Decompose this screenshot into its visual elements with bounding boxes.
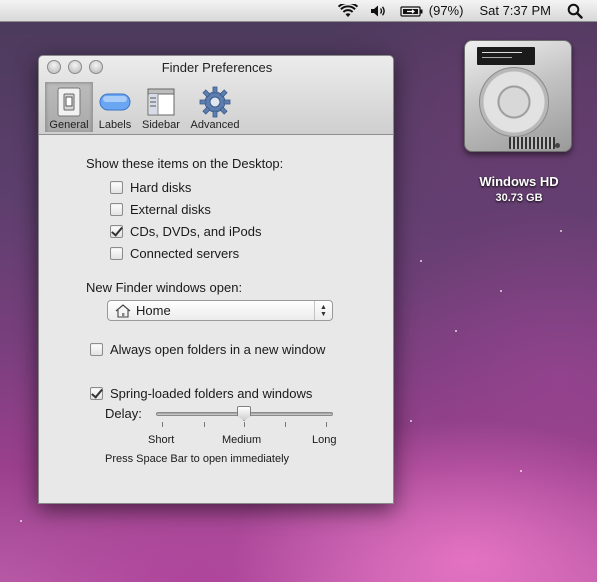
tab-labels[interactable]: Labels [95, 82, 135, 132]
star [560, 230, 562, 232]
hard-disks-label: Hard disks [130, 180, 192, 195]
delay-long-label: Long [312, 434, 337, 446]
tab-general-label: General [49, 119, 89, 131]
home-icon [115, 303, 131, 318]
popup-arrows-icon: ▲ ▼ [314, 301, 332, 320]
cds-dvds-ipods-checkbox[interactable]: CDs, DVDs, and iPods [110, 224, 262, 239]
popup-selected-value: Home [136, 303, 171, 318]
checkbox-box[interactable] [110, 247, 123, 260]
checkbox-box[interactable] [110, 181, 123, 194]
sidebar-window-icon [147, 88, 175, 116]
menu-clock[interactable]: Sat 7:37 PM [469, 0, 561, 22]
slider-tick [285, 422, 286, 427]
tab-general[interactable]: General [45, 82, 93, 132]
checkbox-box[interactable] [110, 203, 123, 216]
delay-label: Delay: [105, 406, 142, 421]
external-disks-label: External disks [130, 202, 211, 217]
drive-sticker [477, 47, 535, 65]
desktop-items-heading: Show these items on the Desktop: [86, 156, 284, 171]
drive-platter [479, 67, 549, 137]
drive-size: 30.73 GB [495, 192, 543, 204]
battery-status[interactable]: (97%) [394, 0, 470, 22]
window-title: Finder Preferences [161, 60, 273, 75]
star [500, 290, 502, 292]
new-window-heading: New Finder windows open: [86, 280, 243, 295]
spring-loaded-checkbox[interactable]: Spring-loaded folders and windows [90, 386, 312, 401]
menu-bar: (97%) Sat 7:37 PM [0, 0, 597, 22]
always-open-new-window-checkbox[interactable]: Always open folders in a new window [90, 342, 325, 357]
slider-tick [204, 422, 205, 427]
checkbox-box[interactable] [90, 387, 103, 400]
star [520, 470, 522, 472]
tab-labels-label: Labels [98, 119, 132, 131]
volume-icon[interactable] [364, 0, 394, 22]
checkbox-box[interactable] [90, 343, 103, 356]
battery-percent: (97%) [428, 3, 464, 18]
battery-icon [400, 5, 423, 17]
star [420, 260, 422, 262]
star [410, 420, 412, 422]
connected-servers-checkbox[interactable]: Connected servers [110, 246, 239, 261]
always-open-label: Always open folders in a new window [110, 342, 326, 357]
hard-drive-icon[interactable] [461, 40, 577, 158]
cds-dvds-ipods-label: CDs, DVDs, and iPods [130, 224, 262, 239]
finder-preferences-window: Finder Preferences General Labels Sideba… [38, 55, 394, 504]
star [455, 330, 457, 332]
external-disks-checkbox[interactable]: External disks [110, 202, 211, 217]
tab-advanced[interactable]: Advanced [187, 82, 243, 132]
drive-body [464, 40, 572, 152]
space-bar-hint: Press Space Bar to open immediately [105, 453, 290, 465]
window-toolbar: Finder Preferences General Labels Sideba… [39, 56, 393, 135]
clock-text: Sat 7:37 PM [479, 3, 551, 18]
drive-led [555, 143, 560, 148]
tab-advanced-label: Advanced [190, 119, 240, 131]
slider-tick [162, 422, 163, 427]
checkbox-box[interactable] [110, 225, 123, 238]
spring-loaded-label: Spring-loaded folders and windows [110, 386, 313, 401]
new-window-popup[interactable]: Home ▲ ▼ [107, 300, 333, 321]
delay-medium-label: Medium [222, 434, 262, 446]
star [20, 520, 22, 522]
label-pill-icon [99, 93, 131, 111]
gear-icon [199, 86, 231, 118]
hard-disks-checkbox[interactable]: Hard disks [110, 180, 191, 195]
delay-short-label: Short [148, 434, 175, 446]
tab-sidebar[interactable]: Sidebar [138, 82, 184, 132]
drive-name[interactable]: Windows HD [448, 174, 590, 189]
delay-slider-knob[interactable] [237, 406, 251, 421]
light-switch-icon [57, 87, 81, 117]
spotlight-icon[interactable] [561, 0, 597, 22]
wifi-icon[interactable] [332, 0, 364, 22]
connected-servers-label: Connected servers [130, 246, 240, 261]
slider-tick [244, 422, 245, 427]
drive-grille [509, 137, 555, 149]
tab-sidebar-label: Sidebar [142, 119, 180, 131]
slider-tick [326, 422, 327, 427]
